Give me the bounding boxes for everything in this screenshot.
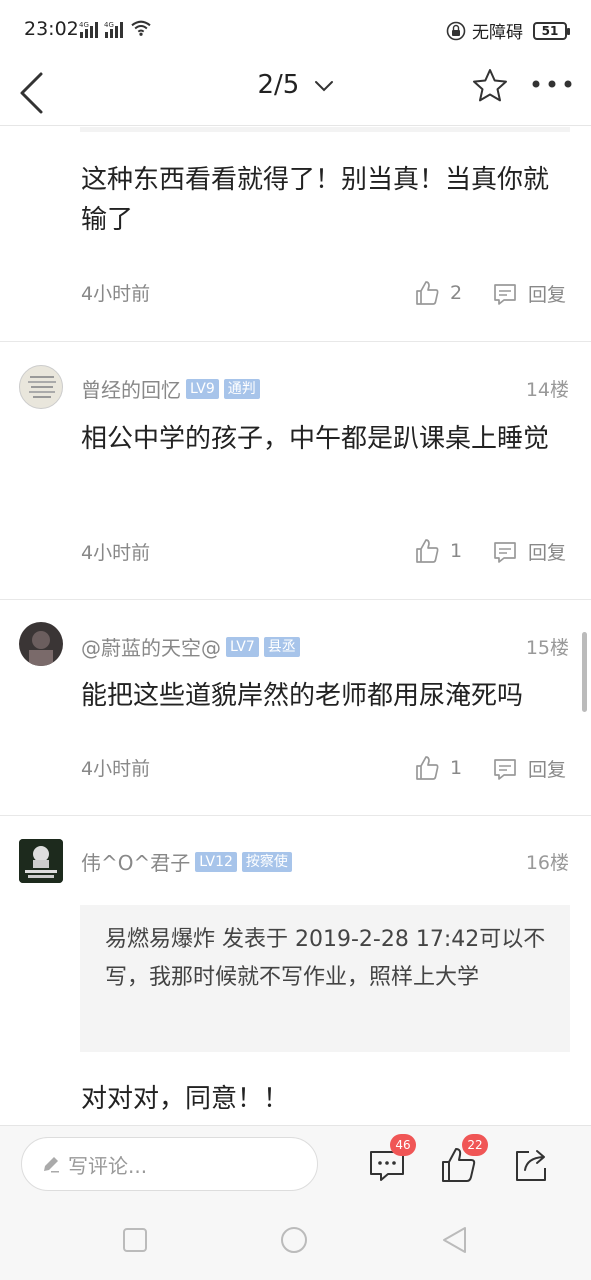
- pencil-icon: [44, 1157, 59, 1173]
- scrollbar[interactable]: [582, 632, 587, 712]
- username[interactable]: 伟^O^君子: [81, 847, 190, 876]
- title-badge: 按察使: [241, 851, 292, 872]
- reply-label: 回复: [528, 284, 567, 306]
- avatar[interactable]: [19, 365, 63, 409]
- quote-box: [80, 127, 570, 132]
- status-bar: 23:02 4G 4G 无障碍 51: [0, 0, 591, 60]
- like-count: 1: [450, 757, 463, 779]
- comment-time: 4小时前: [81, 542, 151, 564]
- comment-icon: [494, 758, 516, 780]
- back-nav-icon[interactable]: [440, 1225, 470, 1255]
- avatar[interactable]: [19, 622, 63, 666]
- title-badge: 县丞: [263, 636, 300, 657]
- user-info: 伟^O^君子 LV12 按察使: [81, 847, 292, 876]
- comment-text: 这种东西看看就得了！别当真！当真你就输了: [81, 165, 550, 235]
- comment-input[interactable]: 写评论...: [21, 1137, 318, 1191]
- comment-text: 相公中学的孩子，中午都是趴课桌上睡觉: [81, 424, 550, 454]
- level-badge: LV7: [226, 636, 259, 657]
- divider: [0, 599, 591, 600]
- avatar-image: [28, 376, 56, 398]
- system-navigation-bar: [0, 1205, 591, 1280]
- status-right: 无障碍 51: [446, 18, 570, 43]
- floor-number: 15楼: [525, 637, 569, 659]
- more-icon[interactable]: [528, 66, 576, 106]
- like-count: 2: [450, 282, 463, 304]
- signal-icon: 4G: [79, 21, 98, 38]
- like-button[interactable]: 2: [414, 280, 462, 306]
- reply-label: 回复: [528, 759, 567, 781]
- thumbs-up-icon: [416, 539, 439, 563]
- comment-time: 4小时前: [81, 758, 151, 780]
- reply-button[interactable]: 回复: [492, 538, 566, 565]
- wifi-icon: [131, 20, 151, 36]
- user-info: 曾经的回忆 LV9 通判: [81, 374, 260, 403]
- comment-text: 能把这些道貌岸然的老师都用尿淹死吗: [81, 681, 524, 711]
- title-badge: 通判: [223, 378, 260, 399]
- lock-icon: [446, 21, 466, 40]
- divider: [0, 815, 591, 816]
- username[interactable]: 曾经的回忆: [81, 374, 181, 403]
- divider: [0, 341, 591, 342]
- share-icon[interactable]: [513, 1146, 551, 1184]
- comment-count-badge: 46: [390, 1134, 416, 1156]
- reply-button[interactable]: 回复: [492, 280, 566, 307]
- username[interactable]: @蔚蓝的天空@: [81, 632, 221, 661]
- status-time: 23:02: [24, 18, 79, 40]
- nav-bar: 2/5: [0, 60, 591, 126]
- thumbs-up-icon: [416, 281, 439, 305]
- comment-input-placeholder: 写评论...: [68, 1153, 148, 1178]
- comment-text: 对对对，同意！！: [81, 1084, 290, 1114]
- floor-number: 16楼: [525, 852, 569, 874]
- recent-apps-icon[interactable]: [120, 1225, 150, 1255]
- user-info: @蔚蓝的天空@ LV7 县丞: [81, 632, 300, 661]
- chevron-down-icon: [314, 80, 333, 91]
- reply-button[interactable]: 回复: [492, 755, 566, 782]
- accessibility-label: 无障碍: [472, 23, 523, 43]
- bottom-action-bar: 写评论... 46 22: [0, 1125, 591, 1205]
- like-count-badge: 22: [462, 1134, 488, 1156]
- avatar-image: [19, 839, 63, 883]
- like-button[interactable]: 1: [414, 755, 462, 781]
- star-icon[interactable]: [470, 66, 510, 106]
- avatar[interactable]: [19, 839, 63, 883]
- thumbs-up-icon: [416, 756, 439, 780]
- floor-number: 14楼: [525, 379, 569, 401]
- like-count: 1: [450, 540, 463, 562]
- battery-icon: 51: [533, 21, 570, 40]
- network-type-label: 4G: [104, 21, 114, 29]
- comment-list[interactable]: 这种东西看看就得了！别当真！当真你就输了 4小时前 2 回复 曾经的回忆 LV9…: [0, 127, 591, 1125]
- avatar-image: [29, 631, 53, 666]
- like-button[interactable]: 1: [414, 538, 462, 564]
- level-badge: LV12: [195, 851, 237, 872]
- signal-icon: 4G: [104, 21, 123, 38]
- quote-box: 易燃易爆炸 发表于 2019-2-28 17:42可以不写，我那时候就不写作业，…: [80, 905, 570, 1052]
- comment-icon: [494, 541, 516, 563]
- home-icon[interactable]: [279, 1225, 309, 1255]
- page-indicator-label: 2/5: [257, 70, 300, 100]
- level-badge: LV9: [186, 378, 219, 399]
- reply-label: 回复: [528, 542, 567, 564]
- comment-icon: [494, 283, 516, 305]
- network-type-label: 4G: [79, 21, 89, 29]
- comment-time: 4小时前: [81, 283, 151, 305]
